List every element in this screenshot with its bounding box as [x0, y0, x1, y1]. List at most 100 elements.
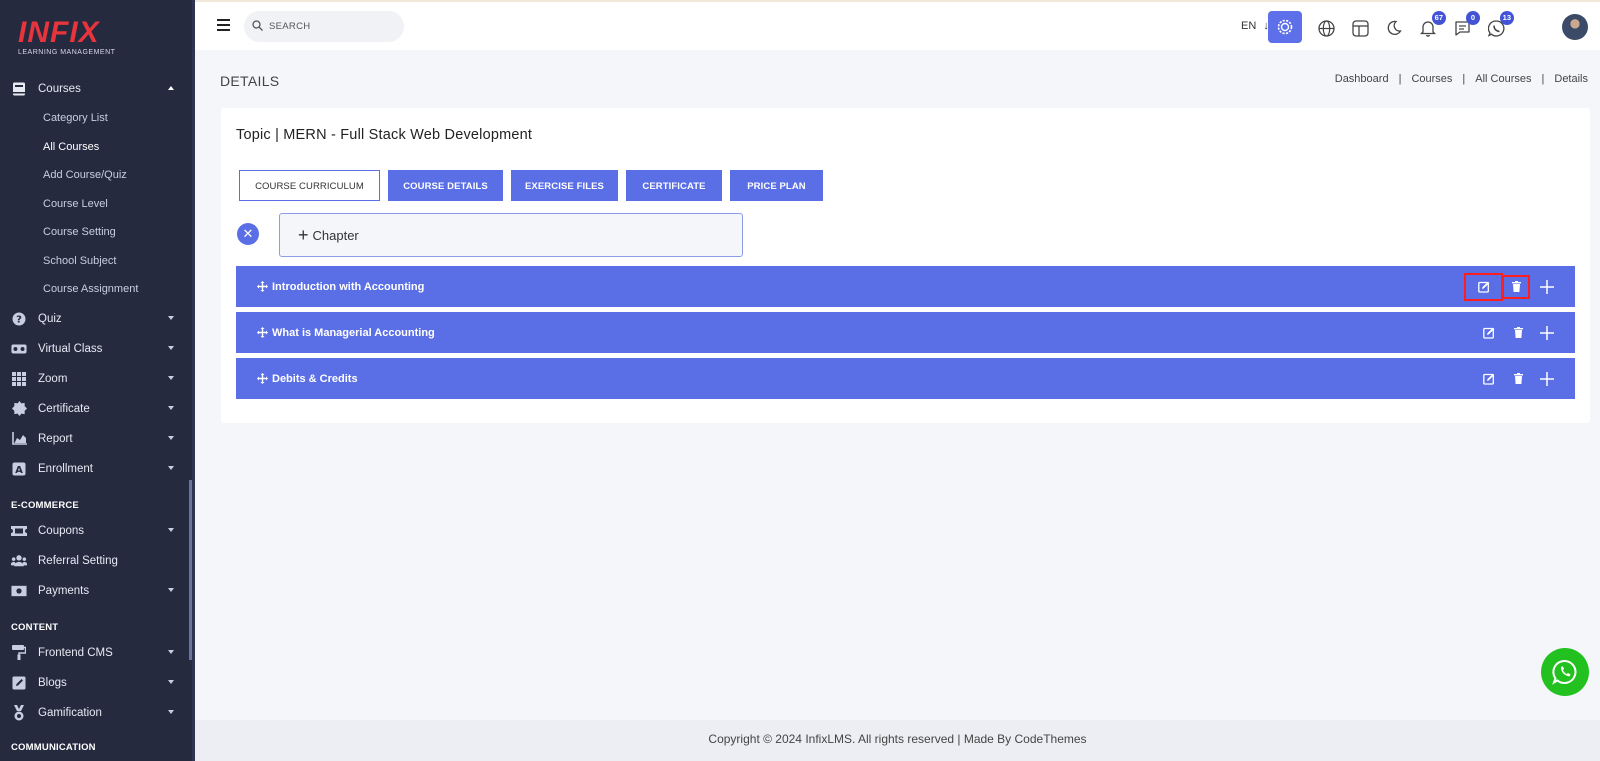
delete-chapter-button[interactable]: [1508, 323, 1528, 343]
sidebar-item-label: Quiz: [38, 312, 62, 325]
user-avatar[interactable]: [1562, 14, 1588, 40]
sidebar-scrollbar[interactable]: [189, 480, 192, 660]
breadcrumb: Dashboard | Courses | All Courses | Deta…: [1335, 73, 1588, 85]
add-chapter-button[interactable]: + Chapter: [279, 213, 743, 257]
sidebar-item-label: Courses: [38, 83, 81, 95]
course-title: Topic | MERN - Full Stack Web Developmen…: [236, 127, 533, 143]
chapter-title: Debits & Credits: [272, 372, 358, 385]
vr-headset-icon: [11, 341, 27, 357]
sidebar-item-label: Enrollment: [38, 462, 93, 475]
edit-chapter-button[interactable]: [1464, 272, 1503, 301]
hamburger-menu-icon[interactable]: [217, 19, 230, 34]
tab-course-details[interactable]: COURSE DETAILS: [388, 170, 503, 201]
breadcrumb-dashboard[interactable]: Dashboard: [1335, 73, 1389, 85]
sidebar-item-zoom[interactable]: Zoom: [0, 364, 192, 394]
sidebar-item-coupons[interactable]: Coupons: [0, 516, 192, 546]
section-title-communication: COMMUNICATION: [11, 741, 96, 753]
breadcrumb-details: Details: [1554, 73, 1588, 85]
sidebar-subitem-category-list[interactable]: Category List: [0, 104, 192, 133]
sidebar-item-label: Virtual Class: [38, 342, 103, 355]
chevron-down-icon: [168, 405, 174, 410]
gear-icon: [1277, 19, 1293, 35]
breadcrumb-courses[interactable]: Courses: [1411, 73, 1452, 85]
sidebar-item-virtual-class[interactable]: Virtual Class: [0, 334, 192, 364]
section-title-ecommerce: E-COMMERCE: [11, 499, 79, 511]
sidebar-item-label: Gamification: [38, 706, 102, 719]
layout-button[interactable]: [1350, 18, 1370, 38]
section-title-content: CONTENT: [11, 621, 59, 633]
svg-text:?: ?: [16, 314, 22, 325]
top-header: EN ↓ 67 0 13: [195, 0, 1600, 50]
globe-button[interactable]: [1316, 18, 1336, 38]
delete-chapter-button[interactable]: [1508, 369, 1528, 389]
tab-exercise-files[interactable]: EXERCISE FILES: [511, 170, 618, 201]
language-label: EN: [1241, 20, 1257, 32]
edit-chapter-button[interactable]: [1479, 323, 1499, 343]
drag-handle-icon[interactable]: [257, 327, 268, 338]
sidebar-item-courses[interactable]: Courses: [0, 74, 192, 104]
logo-text: INFIX: [18, 16, 100, 49]
add-lesson-button[interactable]: [1537, 323, 1557, 343]
edit-square-icon: [11, 675, 27, 691]
dark-mode-button[interactable]: [1384, 18, 1404, 38]
add-lesson-button[interactable]: [1537, 277, 1557, 297]
medal-icon: [11, 704, 27, 721]
paint-roller-icon: [11, 645, 27, 661]
sidebar-subitem-course-assignment[interactable]: Course Assignment: [0, 275, 192, 304]
sidebar-subitem-add-course-quiz[interactable]: Add Course/Quiz: [0, 161, 192, 190]
edit-chapter-button[interactable]: [1479, 369, 1499, 389]
sidebar-item-label: Report: [38, 432, 73, 445]
search-input[interactable]: [269, 21, 389, 32]
sidebar-item-gamification[interactable]: Gamification: [0, 698, 192, 728]
close-chapter-form-button[interactable]: ✕: [237, 223, 259, 245]
sidebar-item-label: Referral Setting: [38, 554, 118, 567]
chapter-row[interactable]: Debits & Credits: [236, 358, 1575, 399]
chapter-row[interactable]: What is Managerial Accounting: [236, 312, 1575, 353]
footer: Copyright © 2024 InfixLMS. All rights re…: [195, 720, 1600, 761]
add-chapter-label: Chapter: [312, 227, 359, 243]
edit-icon: [1483, 327, 1495, 339]
sidebar-subitem-school-subject[interactable]: School Subject: [0, 247, 192, 276]
tab-course-curriculum[interactable]: COURSE CURRICULUM: [239, 170, 380, 201]
messages-button[interactable]: 0: [1452, 11, 1480, 38]
add-lesson-button[interactable]: [1537, 369, 1557, 389]
sidebar-item-payments[interactable]: Payments: [0, 576, 192, 606]
sidebar-item-quiz[interactable]: ? Quiz: [0, 304, 192, 334]
breadcrumb-separator: |: [1398, 73, 1402, 85]
trash-icon: [1513, 327, 1523, 338]
grid-icon: [11, 371, 27, 387]
chevron-down-icon: [168, 679, 174, 684]
sidebar-item-blogs[interactable]: Blogs: [0, 668, 192, 698]
breadcrumb-all-courses[interactable]: All Courses: [1475, 73, 1531, 85]
course-tabs: COURSE CURRICULUM COURSE DETAILS EXERCIS…: [239, 170, 831, 201]
tab-price-plan[interactable]: PRICE PLAN: [730, 170, 823, 201]
chevron-down-icon: [168, 375, 174, 380]
whatsapp-chat-button[interactable]: [1541, 648, 1589, 696]
notifications-button[interactable]: 67: [1418, 11, 1446, 38]
sidebar-subitem-course-level[interactable]: Course Level: [0, 190, 192, 219]
drag-handle-icon[interactable]: [257, 373, 268, 384]
logo[interactable]: INFIX LEARNING MANAGEMENT: [18, 16, 115, 57]
sidebar-subitem-course-setting[interactable]: Course Setting: [0, 218, 192, 247]
sidebar-subitem-all-courses[interactable]: All Courses: [0, 133, 192, 162]
chapter-row[interactable]: Introduction with Accounting: [236, 266, 1575, 307]
drag-handle-icon[interactable]: [257, 281, 268, 292]
sidebar-nav: Courses Category List All Courses Add Co…: [0, 74, 192, 758]
notifications-badge: 67: [1431, 11, 1446, 25]
enrollment-icon: A: [11, 461, 27, 477]
language-selector[interactable]: EN ↓: [1241, 20, 1269, 32]
chevron-down-icon: [168, 345, 174, 350]
tab-certificate[interactable]: CERTIFICATE: [626, 170, 722, 201]
sidebar-item-frontend-cms[interactable]: Frontend CMS: [0, 638, 192, 668]
globe-icon: [1317, 19, 1335, 37]
money-icon: [11, 583, 27, 599]
search-box[interactable]: [244, 11, 404, 42]
sidebar-item-report[interactable]: Report: [0, 424, 192, 454]
whatsapp-header-button[interactable]: 13: [1486, 11, 1514, 38]
sidebar-item-enrollment[interactable]: A Enrollment: [0, 454, 192, 484]
chapter-title: What is Managerial Accounting: [272, 326, 435, 339]
sidebar-item-referral-setting[interactable]: Referral Setting: [0, 546, 192, 576]
delete-chapter-button[interactable]: [1502, 274, 1530, 299]
sidebar-item-certificate[interactable]: Certificate: [0, 394, 192, 424]
settings-gear-button[interactable]: [1268, 11, 1302, 43]
